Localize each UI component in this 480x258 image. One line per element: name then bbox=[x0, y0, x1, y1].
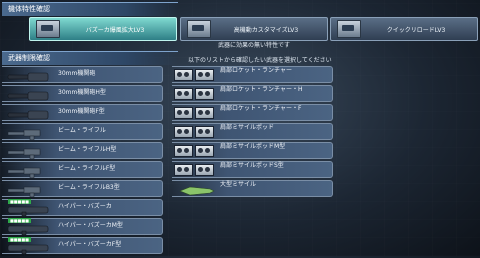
trait-label: バズーカ爆風拡大LV3 bbox=[85, 26, 145, 34]
rocket-pod-icon bbox=[174, 87, 214, 100]
trait-card-high-mobility[interactable]: 高機動カスタマイズLV3 bbox=[180, 17, 328, 41]
weapon-label: ビーム・ライフル bbox=[58, 127, 106, 134]
pod-icon bbox=[195, 144, 214, 157]
cannon-icon bbox=[7, 91, 49, 101]
pod-icon bbox=[195, 68, 214, 81]
weapon-row[interactable]: 肩部ミサイルポッドS型 bbox=[172, 161, 333, 178]
equip-tag: ■■■■■ bbox=[8, 237, 31, 242]
weapon-label: ビーム・ライフルB3型 bbox=[58, 184, 120, 191]
invalid-trait-message: 武器に効果の無い特性です bbox=[217, 42, 290, 49]
equip-tag: ■■■■■ bbox=[8, 218, 31, 223]
weapon-label: ハイパー・バズーカF型 bbox=[58, 241, 122, 248]
weapon-row[interactable]: 30mm機関砲H型 bbox=[2, 85, 163, 102]
weapon-label: 肩部ロケット・ランチャー・F bbox=[220, 105, 302, 112]
cannon-icon bbox=[7, 110, 49, 120]
weapon-row[interactable]: ■■■■■ ハイパー・バズーカM型 bbox=[2, 218, 163, 236]
pod-icon bbox=[195, 106, 214, 119]
equip-tag: ■■■■■ bbox=[8, 199, 31, 204]
weapon-section-title: 武器制限確認 bbox=[8, 54, 50, 62]
beam-rifle-icon bbox=[6, 182, 50, 198]
weapon-row[interactable]: ビーム・ライフル bbox=[2, 123, 163, 141]
beam-rifle-icon bbox=[6, 144, 50, 160]
weapon-row[interactable]: ビーム・ライフルH型 bbox=[2, 142, 163, 160]
trait-section-header: 機体特性確認 bbox=[2, 2, 178, 16]
weapon-label: 肩部ロケット・ランチャー bbox=[220, 67, 292, 74]
weapon-label: ハイパー・バズーカ bbox=[58, 203, 112, 210]
weapon-label: 大型ミサイル bbox=[220, 181, 257, 188]
weapon-label: 30mm機関砲H型 bbox=[58, 89, 106, 96]
bazooka-icon bbox=[7, 225, 49, 236]
cannon-icon bbox=[7, 72, 49, 82]
missile-pod-icon bbox=[174, 144, 214, 157]
weapon-row[interactable]: ビーム・ライフルF型 bbox=[2, 161, 163, 179]
trait-module-icon bbox=[337, 20, 361, 38]
trait-section-title: 機体特性確認 bbox=[8, 5, 50, 13]
weapon-label: ハイパー・バズーカM型 bbox=[58, 222, 123, 229]
weapon-row[interactable]: 30mm機関砲F型 bbox=[2, 104, 163, 121]
bazooka-icon bbox=[7, 244, 49, 255]
weapon-label: 肩部ミサイルポッドM型 bbox=[220, 143, 286, 150]
beam-rifle-icon bbox=[7, 186, 41, 198]
pod-icon bbox=[174, 87, 193, 100]
weapon-row[interactable]: 肩部ミサイルポッドM型 bbox=[172, 142, 333, 159]
pod-icon bbox=[174, 68, 193, 81]
bazooka-icon bbox=[7, 206, 49, 217]
weapon-row[interactable]: 肩部ロケット・ランチャー・F bbox=[172, 104, 333, 121]
weapon-label: ビーム・ライフルF型 bbox=[58, 165, 116, 172]
cannon-icon bbox=[6, 87, 50, 101]
pod-icon bbox=[174, 125, 193, 138]
weapon-row[interactable]: ■■■■■ ハイパー・バズーカF型 bbox=[2, 237, 163, 255]
weapon-label: 30mm機関砲 bbox=[58, 70, 96, 77]
weapon-label: 肩部ミサイルポッド bbox=[220, 124, 275, 131]
weapon-row[interactable]: 大型ミサイル bbox=[172, 180, 333, 197]
large-missile-icon bbox=[176, 182, 220, 196]
cannon-icon bbox=[6, 106, 50, 120]
pod-icon bbox=[174, 163, 193, 176]
weapon-section-header: 武器制限確認 bbox=[2, 51, 178, 65]
beam-rifle-icon bbox=[7, 129, 41, 141]
pod-icon bbox=[174, 106, 193, 119]
missile-pod-icon bbox=[174, 163, 214, 176]
pod-icon bbox=[195, 163, 214, 176]
weapon-label: 肩部ミサイルポッドS型 bbox=[220, 162, 284, 169]
weapon-label: 肩部ロケット・ランチャー・H bbox=[220, 86, 303, 93]
weapon-row[interactable]: 肩部ミサイルポッド bbox=[172, 123, 333, 140]
weapon-label: ビーム・ライフルH型 bbox=[58, 146, 117, 153]
weapon-label: 30mm機関砲F型 bbox=[58, 108, 105, 115]
beam-rifle-icon bbox=[6, 125, 50, 141]
trait-module-icon bbox=[187, 20, 211, 38]
weapon-row[interactable]: 30mm機関砲 bbox=[2, 66, 163, 83]
large-missile-icon bbox=[179, 186, 215, 196]
weapon-row[interactable]: 肩部ロケット・ランチャー・H bbox=[172, 85, 333, 102]
pod-icon bbox=[195, 125, 214, 138]
weapon-row[interactable]: ビーム・ライフルB3型 bbox=[2, 180, 163, 198]
instruction-text: 以下のリストから確認したい武器を選択してください bbox=[188, 57, 332, 64]
cannon-icon bbox=[6, 68, 50, 82]
trait-module-icon bbox=[36, 20, 60, 38]
beam-rifle-icon bbox=[7, 167, 41, 179]
missile-pod-icon bbox=[174, 125, 214, 138]
trait-label: クイックリロードLV3 bbox=[386, 26, 446, 34]
beam-rifle-icon bbox=[7, 148, 41, 160]
trait-card-bazooka-blast[interactable]: バズーカ爆風拡大LV3 bbox=[29, 17, 177, 41]
weapon-row[interactable]: ■■■■■ ハイパー・バズーカ bbox=[2, 199, 163, 217]
pod-icon bbox=[195, 87, 214, 100]
rocket-pod-icon bbox=[174, 68, 214, 81]
pod-icon bbox=[174, 144, 193, 157]
trait-card-quick-reload[interactable]: クイックリロードLV3 bbox=[330, 17, 478, 41]
trait-label: 高機動カスタマイズLV3 bbox=[233, 26, 299, 34]
rocket-pod-icon bbox=[174, 106, 214, 119]
weapon-row[interactable]: 肩部ロケット・ランチャー bbox=[172, 66, 333, 83]
beam-rifle-icon bbox=[6, 163, 50, 179]
